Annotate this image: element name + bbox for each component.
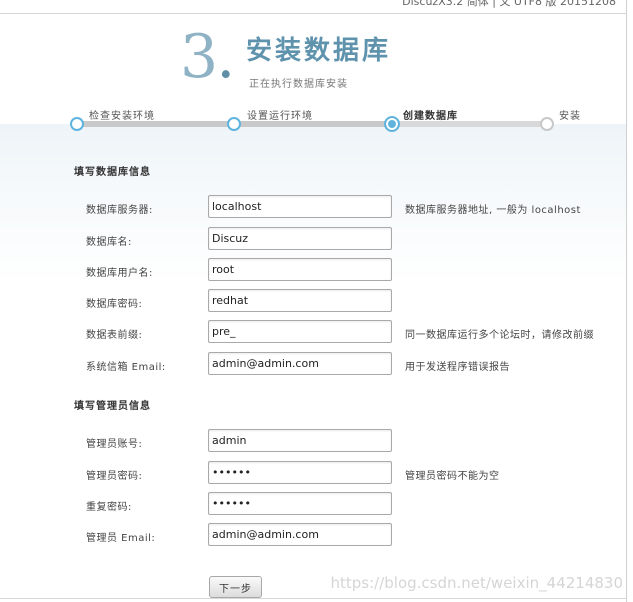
db-host-input[interactable] xyxy=(208,195,392,218)
watermark: https://blog.csdn.net/weixin_44214830 xyxy=(330,574,623,592)
version-text: DiscuzX3.2 简体 | 文 UTF8 版 20151208 xyxy=(402,0,616,8)
admin-password-label: 管理员密码: xyxy=(86,471,143,482)
db-prefix-label: 数据表前缀: xyxy=(86,330,143,341)
db-prefix-hint: 同一数据库运行多个论坛时，请修改前缀 xyxy=(405,330,594,341)
db-name-input[interactable] xyxy=(208,227,392,250)
step-dot-4 xyxy=(540,117,554,131)
db-prefix-input[interactable] xyxy=(208,320,392,343)
admin-email-label: 管理员 Email: xyxy=(86,533,156,544)
header-strip: DiscuzX3.2 简体 | 文 UTF8 版 20151208 xyxy=(0,0,626,14)
admin-password-input[interactable] xyxy=(208,461,392,484)
step-number: 3. xyxy=(180,27,235,87)
db-name-label: 数据库名: xyxy=(86,237,132,248)
admin-account-input[interactable] xyxy=(208,429,392,452)
system-email-label: 系统信箱 Email: xyxy=(86,362,166,373)
repeat-password-input[interactable] xyxy=(208,492,392,515)
step-dot-2 xyxy=(227,117,241,131)
step-dot-3 xyxy=(384,116,400,132)
admin-section-title: 填写管理员信息 xyxy=(74,401,151,412)
db-password-label: 数据库密码: xyxy=(86,299,143,310)
admin-password-hint: 管理员密码不能为空 xyxy=(405,471,500,482)
bottom-divider xyxy=(0,598,626,599)
step-label-2: 设置运行环境 xyxy=(247,111,313,122)
db-password-input[interactable] xyxy=(208,289,392,312)
step-label-3: 创建数据库 xyxy=(403,111,458,122)
admin-email-input[interactable] xyxy=(208,523,392,546)
next-step-button[interactable]: 下一步 xyxy=(209,576,262,598)
right-border xyxy=(626,0,627,602)
db-section-title: 填写数据库信息 xyxy=(74,167,151,178)
db-user-input[interactable] xyxy=(208,258,392,281)
step-label-4: 安装 xyxy=(559,111,581,122)
step-number-dot: . xyxy=(216,22,235,92)
admin-account-label: 管理员账号: xyxy=(86,439,143,450)
step-label-1: 检查安装环境 xyxy=(89,111,155,122)
repeat-password-label: 重复密码: xyxy=(86,502,132,513)
db-host-label: 数据库服务器: xyxy=(86,205,153,216)
system-email-input[interactable] xyxy=(208,352,392,375)
step-number-digit: 3 xyxy=(180,22,218,92)
db-user-label: 数据库用户名: xyxy=(86,268,153,279)
system-email-hint: 用于发送程序错误报告 xyxy=(405,362,510,373)
step-dot-1 xyxy=(70,117,84,131)
db-host-hint: 数据库服务器地址, 一般为 localhost xyxy=(405,205,581,216)
page-subtitle: 正在执行数据库安装 xyxy=(249,79,348,90)
page-title: 安装数据库 xyxy=(246,36,392,66)
